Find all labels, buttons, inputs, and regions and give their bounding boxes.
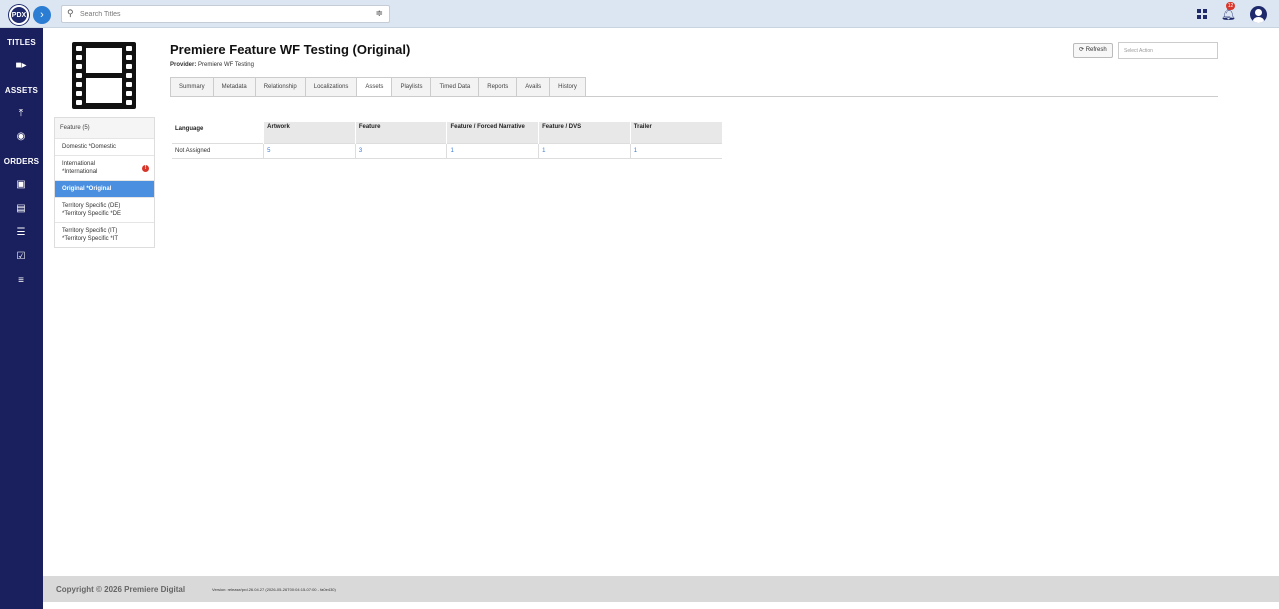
forced-narrative-count-link[interactable]: 1: [446, 142, 539, 159]
sidebar-section-titles[interactable]: TITLES: [0, 38, 43, 47]
column-header-feature[interactable]: Feature: [354, 122, 447, 143]
page-title: Premiere Feature WF Testing (Original): [170, 42, 411, 57]
column-header-feature-forced-narrative[interactable]: Feature / Forced Narrative: [446, 122, 539, 143]
pdx-logo[interactable]: PDX: [9, 5, 29, 25]
tab-reports[interactable]: Reports: [479, 77, 518, 97]
copyright-text: Copyright © 2026 Premiere Digital: [56, 585, 186, 594]
table-icon[interactable]: ≡: [14, 274, 28, 286]
refresh-icon: ⟳: [1079, 47, 1085, 53]
notifications-button[interactable]: 🔔︎ 12: [1221, 2, 1236, 21]
upload-icon[interactable]: ⤒: [14, 107, 28, 119]
nav-item-label: Domestic *Domestic: [62, 144, 117, 150]
bulleted-list-icon[interactable]: ☰: [14, 226, 28, 238]
refresh-button[interactable]: ⟳ Refresh: [1073, 43, 1113, 58]
nav-item-international[interactable]: International *International !: [55, 155, 154, 180]
nav-header: Feature (5): [55, 118, 154, 138]
nav-item-label: Territory Specific (IT): [62, 228, 118, 234]
chevron-right-icon: ›: [40, 9, 44, 21]
nav-item-sublabel: *International: [62, 169, 98, 175]
tab-playlists[interactable]: Playlists: [392, 77, 432, 97]
language-cell: Not Assigned: [172, 142, 264, 159]
provider-line: Provider: Premiere WF Testing: [170, 62, 254, 68]
dashboard-icon[interactable]: [1196, 9, 1207, 19]
sidebar-section-assets[interactable]: ASSETS: [0, 86, 43, 95]
user-avatar-icon[interactable]: [1250, 5, 1267, 23]
dvs-count-link[interactable]: 1: [538, 142, 631, 159]
assets-table: Language Artwork Feature Feature / Force…: [172, 122, 722, 159]
search-icon: ⚲: [67, 8, 74, 18]
refresh-label: Refresh: [1085, 47, 1107, 53]
provider-label: Provider:: [170, 62, 197, 68]
tab-avails[interactable]: Avails: [517, 77, 551, 97]
column-header-feature-dvs[interactable]: Feature / DVS: [538, 122, 631, 143]
nav-item-label: Territory Specific (DE): [62, 203, 121, 209]
nav-item-label: Original *Original: [62, 186, 112, 192]
tab-history[interactable]: History: [550, 77, 586, 97]
tab-metadata[interactable]: Metadata: [213, 77, 256, 97]
sidebar: TITLES ■▸ ASSETS ⤒ ◉ ORDERS ▣ ▤ ☰ ☑ ≡: [0, 28, 43, 609]
top-bar: PDX › ⚲ ≑ 🔔︎ 12: [0, 0, 1279, 28]
tab-assets[interactable]: Assets: [357, 77, 393, 97]
nav-item-territory-de[interactable]: Territory Specific (DE) *Territory Speci…: [55, 197, 154, 222]
film-poster-icon: [72, 42, 136, 109]
list-box-icon[interactable]: ▤: [14, 202, 28, 214]
footer: Copyright © 2026 Premiere Digital Versio…: [43, 576, 1279, 602]
tab-relationship[interactable]: Relationship: [255, 77, 306, 97]
filter-icon[interactable]: ≑: [375, 8, 383, 19]
expand-sidebar-button[interactable]: ›: [33, 6, 51, 24]
warning-icon: !: [142, 165, 149, 172]
column-header-artwork[interactable]: Artwork: [263, 122, 356, 143]
column-header-trailer[interactable]: Trailer: [629, 122, 722, 143]
collection-icon[interactable]: ▣: [14, 178, 28, 190]
checkbox-icon[interactable]: ☑: [14, 250, 28, 262]
tab-localizations[interactable]: Localizations: [305, 77, 358, 97]
tab-bar: Summary Metadata Relationship Localizati…: [170, 77, 586, 97]
tab-summary[interactable]: Summary: [170, 77, 214, 97]
artwork-count-link[interactable]: 5: [263, 142, 356, 159]
search-bar[interactable]: ⚲ ≑: [61, 5, 390, 23]
nav-item-domestic[interactable]: Domestic *Domestic: [55, 138, 154, 155]
table-row: Not Assigned 5 3 1 1 1: [172, 142, 722, 159]
nav-item-sublabel: *Territory Specific *IT: [62, 236, 119, 242]
video-camera-icon[interactable]: ■▸: [14, 59, 28, 71]
nav-item-sublabel: *Territory Specific *DE: [62, 211, 122, 217]
nav-item-original[interactable]: Original *Original: [55, 180, 154, 197]
provider-value: Premiere WF Testing: [198, 62, 254, 68]
sidebar-section-orders[interactable]: ORDERS: [0, 157, 43, 166]
feature-count-link[interactable]: 3: [354, 142, 447, 159]
tab-divider: [170, 96, 1218, 97]
nav-item-label: International: [62, 161, 96, 167]
nav-item-territory-it[interactable]: Territory Specific (IT) *Territory Speci…: [55, 222, 154, 247]
eye-icon[interactable]: ◉: [14, 130, 28, 142]
column-header-language: Language: [172, 122, 264, 143]
feature-version-nav: Feature (5) Domestic *Domestic Internati…: [54, 117, 155, 248]
version-text: Version: release/prd.26.04.27 (2026-05-2…: [212, 587, 336, 592]
select-action-dropdown[interactable]: Select Action: [1118, 42, 1218, 59]
search-input[interactable]: [80, 7, 370, 21]
table-header-row: Language Artwork Feature Feature / Force…: [172, 122, 722, 143]
tab-timed-data[interactable]: Timed Data: [431, 77, 480, 97]
trailer-count-link[interactable]: 1: [629, 142, 722, 159]
